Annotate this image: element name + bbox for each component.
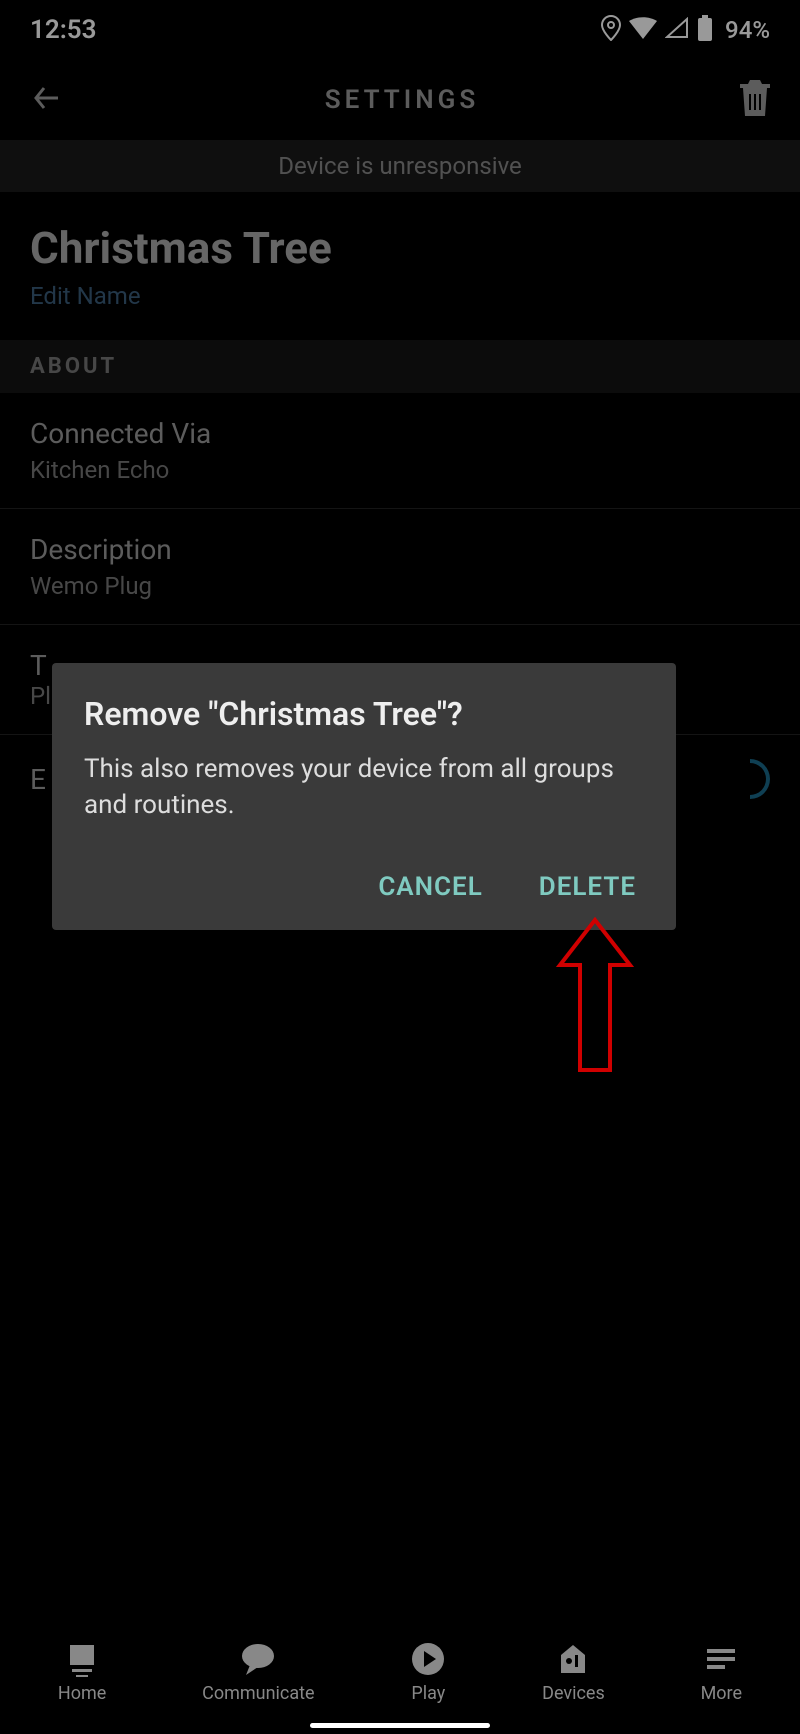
status-banner: Device is unresponsive xyxy=(0,140,800,192)
nav-more[interactable]: More xyxy=(701,1641,742,1704)
nav-home-label: Home xyxy=(58,1683,106,1704)
bottom-nav: Home Communicate Play Devices More xyxy=(0,1621,800,1734)
signal-icon xyxy=(665,17,689,43)
description-value: Wemo Plug xyxy=(30,572,770,600)
location-icon xyxy=(601,15,621,45)
remove-device-dialog: Remove "Christmas Tree"? This also remov… xyxy=(52,663,676,930)
app-header: SETTINGS xyxy=(0,60,800,140)
battery-icon xyxy=(697,15,713,45)
dialog-title: Remove "Christmas Tree"? xyxy=(84,695,644,733)
enabled-label: E xyxy=(30,763,46,796)
nav-more-label: More xyxy=(701,1683,742,1704)
battery-percentage: 94% xyxy=(725,16,770,44)
status-bar: 12:53 94% xyxy=(0,0,800,60)
device-name: Christmas Tree xyxy=(30,222,770,274)
nav-devices[interactable]: Devices xyxy=(542,1641,605,1704)
nav-home[interactable]: Home xyxy=(58,1641,106,1704)
connected-via-value: Kitchen Echo xyxy=(30,456,770,484)
delete-button[interactable]: DELETE xyxy=(531,864,644,910)
nav-play-label: Play xyxy=(411,1683,445,1704)
nav-play[interactable]: Play xyxy=(410,1641,446,1704)
home-icon xyxy=(64,1641,100,1677)
device-section: Christmas Tree Edit Name xyxy=(0,192,800,340)
edit-name-link[interactable]: Edit Name xyxy=(30,282,770,310)
cancel-button[interactable]: CANCEL xyxy=(370,864,490,910)
trash-button[interactable] xyxy=(740,80,770,120)
status-icons: 94% xyxy=(601,15,770,45)
nav-communicate[interactable]: Communicate xyxy=(202,1641,314,1704)
description-label: Description xyxy=(30,533,770,566)
nav-devices-label: Devices xyxy=(542,1683,605,1704)
header-title: SETTINGS xyxy=(325,85,479,115)
toggle-switch[interactable] xyxy=(750,759,770,799)
wifi-icon xyxy=(629,17,657,43)
communicate-icon xyxy=(240,1641,276,1677)
dialog-message: This also removes your device from all g… xyxy=(84,751,644,824)
play-icon xyxy=(410,1641,446,1677)
more-icon xyxy=(703,1641,739,1677)
description-row[interactable]: Description Wemo Plug xyxy=(0,509,800,625)
connected-via-label: Connected Via xyxy=(30,417,770,450)
home-indicator[interactable] xyxy=(310,1723,490,1728)
dialog-buttons: CANCEL DELETE xyxy=(84,864,644,910)
devices-icon xyxy=(555,1641,591,1677)
nav-communicate-label: Communicate xyxy=(202,1683,314,1704)
status-time: 12:53 xyxy=(30,15,97,45)
back-button[interactable] xyxy=(30,81,64,119)
about-section-header: ABOUT xyxy=(0,340,800,393)
annotation-arrow xyxy=(550,915,640,1079)
connected-via-row[interactable]: Connected Via Kitchen Echo xyxy=(0,393,800,509)
